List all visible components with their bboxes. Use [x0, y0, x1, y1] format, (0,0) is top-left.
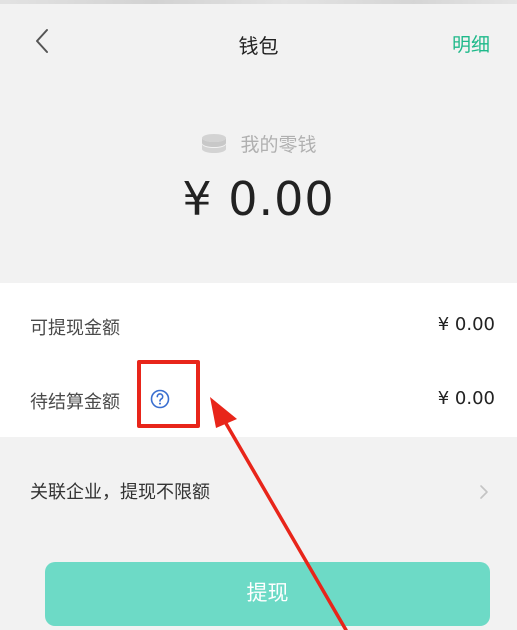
withdrawable-amount-value: ¥ 0.00 [437, 314, 495, 335]
balance-area: 我的零钱 ¥ 0.00 [0, 78, 517, 283]
pending-amount-value: ¥ 0.00 [437, 388, 495, 409]
withdrawable-amount-row: 可提现金额 ¥ 0.00 [0, 306, 517, 346]
withdraw-button[interactable]: 提现 [45, 562, 490, 626]
chevron-right-icon [479, 484, 489, 504]
page-title: 钱包 [238, 34, 279, 58]
withdrawable-amount-label: 可提现金额 [30, 318, 120, 339]
balance-label-row: 我的零钱 [0, 130, 517, 157]
chevron-left-icon [36, 29, 48, 53]
detail-link[interactable]: 明细 [452, 30, 490, 57]
amounts-panel: 可提现金额 ¥ 0.00 待结算金额 ¥ 0.00 [0, 283, 517, 437]
top-edge [0, 0, 517, 8]
balance-label: 我的零钱 [240, 134, 317, 156]
navigation-bar: 钱包 明细 [0, 8, 517, 78]
link-enterprise-row[interactable]: 关联企业，提现不限额 [0, 437, 517, 529]
top-edge-shade [0, 0, 517, 4]
link-enterprise-label: 关联企业，提现不限额 [30, 482, 210, 503]
coin-stack-icon [200, 133, 228, 155]
back-button[interactable] [30, 26, 58, 56]
pending-amount-label: 待结算金额 [30, 392, 120, 413]
balance-amount: ¥ 0.00 [182, 172, 335, 226]
question-circle-icon[interactable] [150, 389, 170, 409]
pending-amount-row: 待结算金额 ¥ 0.00 [0, 380, 517, 420]
